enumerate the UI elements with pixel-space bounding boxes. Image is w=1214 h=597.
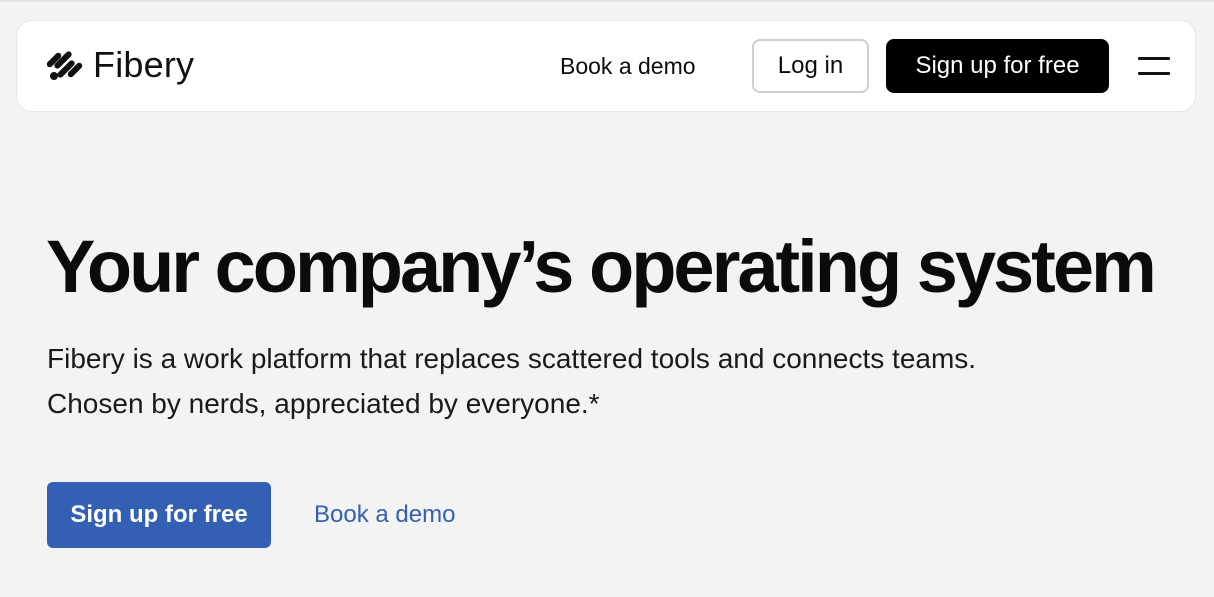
logo-link[interactable]: Fibery	[47, 43, 194, 87]
menu-line-bottom	[1138, 72, 1170, 75]
hero-title: Your company’s operating system	[46, 225, 1157, 308]
header-book-demo-link[interactable]: Book a demo	[560, 51, 696, 81]
site-header: Fibery Book a demo Log in Sign up for fr…	[16, 20, 1196, 112]
hero-subtitle: Fibery is a work platform that replaces …	[47, 336, 976, 426]
login-button[interactable]: Log in	[752, 39, 869, 93]
hero-subtitle-line-2: Chosen by nerds, appreciated by everyone…	[47, 388, 600, 419]
fibery-logo-icon	[47, 51, 83, 80]
hero-book-demo-link[interactable]: Book a demo	[314, 500, 455, 530]
logo-text: Fibery	[93, 44, 195, 85]
hero-signup-button[interactable]: Sign up for free	[47, 482, 271, 548]
menu-line-top	[1138, 57, 1170, 60]
header-signup-button[interactable]: Sign up for free	[886, 39, 1109, 93]
top-border	[0, 0, 1214, 2]
hamburger-menu-icon[interactable]	[1138, 55, 1170, 77]
hero-subtitle-line-1: Fibery is a work platform that replaces …	[47, 343, 977, 374]
